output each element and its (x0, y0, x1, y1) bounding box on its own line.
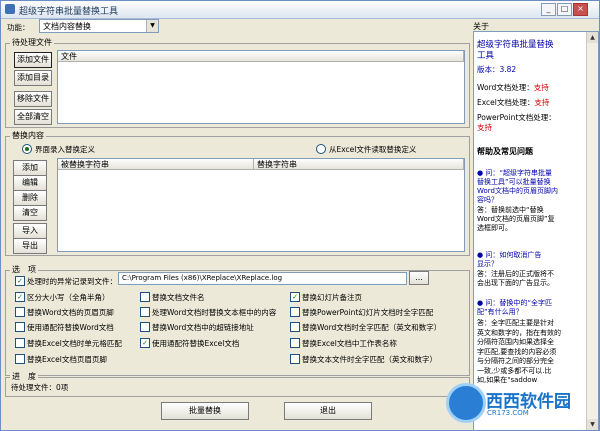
scroll-up-icon[interactable]: ▲ (587, 32, 598, 43)
add-rule-button[interactable]: 添加 (13, 160, 47, 176)
option-checkbox[interactable]: ✓ (290, 292, 300, 302)
file-column-header[interactable]: 文件 (58, 51, 464, 62)
log-path-value: C:\Program Files (x86)\XReplace\XReplace… (122, 274, 283, 282)
replace-column-header[interactable]: 替换字符串 (254, 159, 464, 170)
minimize-button[interactable]: _ (541, 3, 556, 16)
version-label: 版本：3.82 (477, 65, 517, 74)
watermark-subtext: CR173.COM (487, 409, 529, 417)
import-rules-button[interactable]: 导入 (13, 223, 47, 239)
option-checkbox[interactable] (15, 307, 25, 317)
add-file-button[interactable]: 添加文件 (14, 52, 52, 68)
log-path-input[interactable]: C:\Program Files (x86)\XReplace\XReplace… (118, 272, 407, 285)
add-directory-button[interactable]: 添加目录 (14, 70, 52, 86)
replace-content-title: 替换内容 (10, 130, 46, 141)
option-label: 替换PowerPoint幻灯片文档时全字匹配 (302, 308, 434, 317)
remove-file-button[interactable]: 移除文件 (14, 91, 52, 107)
progress-title: 进 度 (10, 371, 38, 382)
close-button[interactable]: × (573, 3, 588, 16)
option-label: 替换Excel文档中工作表名称 (302, 339, 397, 348)
edit-rule-button[interactable]: 编辑 (13, 175, 47, 191)
clear-all-button[interactable]: 全部清空 (14, 109, 52, 125)
progress-group (5, 377, 470, 397)
options-title: 选 项 (10, 264, 38, 275)
option-checkbox[interactable]: ✓ (140, 338, 150, 348)
manual-entry-label: 界面录入替换定义 (35, 145, 95, 154)
option-label: 替换Excel文档时单元格匹配 (27, 339, 122, 348)
app-icon (5, 4, 15, 14)
exit-button[interactable]: 退出 (284, 402, 372, 420)
export-rules-button[interactable]: 导出 (13, 238, 47, 254)
excel-source-label: 从Excel文件读取替换定义 (329, 145, 417, 154)
chevron-down-icon[interactable]: ▼ (146, 20, 158, 32)
option-checkbox[interactable] (290, 322, 300, 332)
file-list[interactable]: 文件 (57, 50, 465, 124)
function-select[interactable]: 文档内容替换 ▼ (39, 19, 159, 33)
option-checkbox[interactable] (15, 354, 25, 364)
log-errors-label: 处理时的异常记录到文件： (27, 277, 117, 286)
option-checkbox[interactable] (290, 354, 300, 364)
support-excel: Excel文档处理：支持 (477, 98, 550, 107)
faq-question[interactable]: ● 问：替换中的“全字匹 配”有什么用？ (477, 299, 552, 317)
manual-entry-radio[interactable] (22, 144, 32, 154)
option-checkbox[interactable] (290, 307, 300, 317)
option-label: 替换Word文档的页眉页脚 (27, 308, 114, 317)
batch-replace-button[interactable]: 批量替换 (161, 402, 249, 420)
function-select-value: 文档内容替换 (43, 22, 91, 31)
option-label: 替换文本文件时全字匹配（英文和数字） (302, 355, 437, 364)
progress-status: 待处理文件：0项 (11, 383, 69, 392)
option-checkbox[interactable] (15, 338, 25, 348)
window-title: 超级字符串批量替换工具 (19, 7, 119, 17)
faq-answer: 答：替换前选中“替换 Word文档的页眉页脚”复 选框即可。 (477, 206, 555, 232)
option-label: 替换幻灯片备注页 (302, 293, 362, 302)
option-label: 替换Excel文档页眉页脚 (27, 355, 107, 364)
log-errors-checkbox[interactable]: ✓ (15, 276, 25, 286)
help-title: 帮助及常见问题 (477, 147, 533, 156)
option-checkbox[interactable] (140, 307, 150, 317)
delete-rule-button[interactable]: 删除 (13, 190, 47, 206)
title-bar[interactable]: 超级字符串批量替换工具 _ □ × (1, 1, 599, 19)
option-label: 处理Word文档时替换文本框中的内容 (152, 308, 277, 317)
support-word: Word文档处理：支持 (477, 83, 549, 92)
option-label: 替换Word文档中的超链接地址 (152, 323, 254, 332)
sidebar-scrollbar[interactable]: ▲ ▼ (586, 32, 598, 430)
faq-answer: 答：注册后的正式版将不 会出现下面的广告显示。 (477, 270, 554, 287)
option-label: 使用通配符替换Excel文档 (152, 339, 240, 348)
option-checkbox[interactable] (15, 322, 25, 332)
option-label: 替换Word文档时全字匹配（英文和数字） (302, 323, 442, 332)
option-label: 使用通配符替换Word文档 (27, 323, 114, 332)
faq-answer: 答：全字匹配主要是针对 英文和数字的，指在有效的 分隔符范围内如果选择全 字匹配… (477, 319, 561, 384)
rule-table[interactable]: 被替换字符串 替换字符串 (57, 158, 465, 252)
support-powerpoint-value: 支持 (477, 123, 492, 132)
faq-question[interactable]: ● 问：如何取消广告 显示？ (477, 251, 541, 269)
option-checkbox[interactable] (290, 338, 300, 348)
scroll-down-icon[interactable]: ▼ (587, 419, 598, 430)
option-checkbox[interactable] (140, 322, 150, 332)
about-panel[interactable]: 超级字符串批量替换 工具 版本：3.82 Word文档处理：支持 Excel文档… (473, 31, 599, 430)
browse-log-button[interactable]: ... (409, 271, 429, 285)
maximize-button[interactable]: □ (557, 3, 572, 16)
pending-files-title: 待处理文件 (10, 37, 54, 48)
function-label: 功能： (7, 23, 30, 32)
excel-source-radio[interactable] (316, 144, 326, 154)
faq-question[interactable]: ● 问：“超级字符串批量 替换工具”可以批量替换 Word文档中的页眉页脚内 容… (477, 169, 558, 205)
watermark-logo (446, 383, 486, 423)
app-name-line: 工具 (477, 51, 495, 61)
option-label: 区分大小写（全角半角） (27, 293, 110, 302)
main-window: 超级字符串批量替换工具 _ □ × 功能： 文档内容替换 ▼ 待处理文件 添加文… (0, 0, 600, 431)
option-label: 替换文档文件名 (152, 293, 205, 302)
clear-rules-button[interactable]: 清空 (13, 205, 47, 221)
option-checkbox[interactable] (140, 292, 150, 302)
option-checkbox[interactable]: ✓ (15, 292, 25, 302)
find-column-header[interactable]: 被替换字符串 (58, 159, 254, 170)
